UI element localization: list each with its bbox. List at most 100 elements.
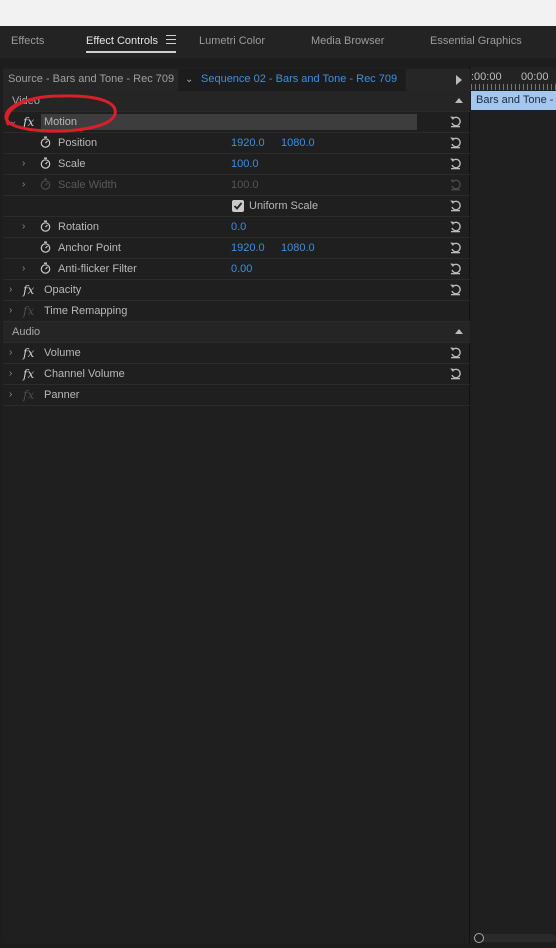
position-y-value[interactable]: 1080.0 <box>281 137 315 149</box>
position-x-value[interactable]: 1920.0 <box>231 137 265 149</box>
property-label-anti-flicker: Anti-flicker Filter <box>58 263 137 275</box>
chevron-down-icon[interactable]: ⌄ <box>185 74 193 85</box>
active-tab-underline <box>86 51 176 53</box>
stopwatch-icon <box>40 178 51 190</box>
property-row-uniform-scale: Uniform Scale <box>3 196 470 217</box>
fx-icon[interactable]: fx <box>23 283 34 297</box>
uniform-scale-checkbox[interactable] <box>232 200 244 212</box>
property-label-scale: Scale <box>58 158 86 170</box>
audio-section-label: Audio <box>12 326 41 338</box>
stopwatch-icon[interactable] <box>40 136 51 148</box>
timeline-clip-label: Bars and Tone - <box>476 94 554 106</box>
property-label-position: Position <box>58 137 98 149</box>
scale-value[interactable]: 100.0 <box>231 158 259 170</box>
video-section-label: Video <box>12 95 40 107</box>
effect-name-time-remapping: Time Remapping <box>44 305 128 317</box>
panel-menu-icon[interactable] <box>166 35 176 44</box>
chevron-down-icon[interactable]: ⌄ <box>9 116 17 127</box>
chevron-right-icon[interactable]: › <box>9 347 12 358</box>
rotation-value[interactable]: 0.0 <box>231 221 246 233</box>
fx-icon[interactable]: fx <box>23 115 34 129</box>
reset-icon[interactable] <box>449 220 462 233</box>
tab-media-browser[interactable]: Media Browser <box>311 35 384 47</box>
effect-row-time-remapping[interactable]: › fx Time Remapping <box>3 301 470 322</box>
effect-name-volume: Volume <box>44 347 81 359</box>
reset-icon[interactable] <box>449 157 462 170</box>
reset-icon[interactable] <box>449 115 462 128</box>
reset-icon[interactable] <box>449 262 462 275</box>
panel-tab-bar: Effects Effect Controls Lumetri Color Me… <box>0 26 556 58</box>
property-row-rotation: › Rotation 0.0 <box>3 217 470 238</box>
reset-icon[interactable] <box>449 241 462 254</box>
sequence-clip-label[interactable]: Sequence 02 - Bars and Tone - Rec 709 <box>201 73 397 85</box>
show-timeline-toggle-icon[interactable] <box>456 75 462 85</box>
stopwatch-icon[interactable] <box>40 220 51 232</box>
motion-selected-bar[interactable] <box>41 114 417 130</box>
effect-row-volume[interactable]: › fx Volume <box>3 343 470 364</box>
reset-icon <box>450 179 461 191</box>
effect-name-motion: Motion <box>44 116 78 128</box>
reset-icon[interactable] <box>449 283 462 296</box>
tab-effect-controls[interactable]: Effect Controls <box>86 35 158 47</box>
chevron-right-icon[interactable]: › <box>22 221 25 232</box>
property-row-anchor-point: Anchor Point 1920.0 1080.0 <box>3 238 470 259</box>
fx-icon[interactable]: fx <box>23 367 34 381</box>
fx-icon: fx <box>23 304 35 318</box>
reset-icon[interactable] <box>449 367 462 380</box>
chevron-right-icon[interactable]: › <box>9 368 12 379</box>
sequence-clip-tab[interactable]: ⌄ Sequence 02 - Bars and Tone - Rec 709 <box>178 69 406 91</box>
effect-name-opacity: Opacity <box>44 284 82 296</box>
scale-width-value: 100.0 <box>231 179 259 191</box>
chevron-right-icon[interactable]: › <box>9 305 12 316</box>
mini-timeline: :00:00 00:00 Bars and Tone - <box>471 67 556 943</box>
reset-icon[interactable] <box>449 199 462 212</box>
timeline-zoom-scrollbar[interactable] <box>474 933 556 943</box>
property-row-position: Position 1920.0 1080.0 <box>3 133 470 154</box>
property-label-anchor-point: Anchor Point <box>58 242 121 254</box>
chevron-right-icon[interactable]: › <box>22 158 25 169</box>
effect-row-motion[interactable]: ⌄ fx Motion <box>3 112 470 133</box>
fx-icon: fx <box>23 388 35 402</box>
timeline-clip[interactable]: Bars and Tone - <box>471 91 556 110</box>
effect-row-panner[interactable]: › fx Panner <box>3 385 470 406</box>
chevron-right-icon[interactable]: › <box>9 389 12 400</box>
stopwatch-icon[interactable] <box>40 157 51 169</box>
property-label-rotation: Rotation <box>58 221 99 233</box>
uniform-scale-label: Uniform Scale <box>249 200 319 212</box>
ruler-ticks <box>471 84 556 90</box>
stopwatch-icon[interactable] <box>40 262 51 274</box>
anchor-point-x-value[interactable]: 1920.0 <box>231 242 265 254</box>
zoom-handle[interactable] <box>474 933 484 943</box>
tab-effects[interactable]: Effects <box>11 35 44 47</box>
clip-selector-bar: Source - Bars and Tone - Rec 709 ⌄ Seque… <box>3 69 470 91</box>
reset-icon[interactable] <box>449 136 462 149</box>
top-strip <box>0 0 556 26</box>
checkmark-icon <box>233 202 243 210</box>
anchor-point-y-value[interactable]: 1080.0 <box>281 242 315 254</box>
property-row-scale-width: › Scale Width 100.0 <box>3 175 470 196</box>
chevron-right-icon: › <box>22 179 26 190</box>
reset-icon[interactable] <box>449 346 462 359</box>
collapse-audio-icon[interactable] <box>455 329 463 334</box>
tab-essential-graphics[interactable]: Essential Graphics <box>430 35 522 47</box>
source-clip-label[interactable]: Source - Bars and Tone - Rec 709 <box>8 73 174 85</box>
effect-row-opacity[interactable]: › fx Opacity <box>3 280 470 301</box>
video-section-header: Video <box>3 91 470 112</box>
timecode-start: :00:00 <box>471 71 502 83</box>
property-row-scale: › Scale 100.0 <box>3 154 470 175</box>
chevron-right-icon[interactable]: › <box>9 284 12 295</box>
tab-lumetri-color[interactable]: Lumetri Color <box>199 35 265 47</box>
effect-name-channel-volume: Channel Volume <box>44 368 125 380</box>
timecode-next: 00:00 <box>521 71 549 83</box>
anti-flicker-value[interactable]: 0.00 <box>231 263 252 275</box>
property-label-scale-width: Scale Width <box>58 179 117 191</box>
effect-name-panner: Panner <box>44 389 80 401</box>
audio-section-header: Audio <box>3 322 470 343</box>
collapse-video-icon[interactable] <box>455 98 463 103</box>
stopwatch-icon[interactable] <box>40 241 51 253</box>
chevron-right-icon[interactable]: › <box>22 263 25 274</box>
timeline-ruler[interactable]: :00:00 00:00 <box>471 67 556 91</box>
effect-row-channel-volume[interactable]: › fx Channel Volume <box>3 364 470 385</box>
property-row-anti-flicker: › Anti-flicker Filter 0.00 <box>3 259 470 280</box>
fx-icon[interactable]: fx <box>23 346 34 360</box>
